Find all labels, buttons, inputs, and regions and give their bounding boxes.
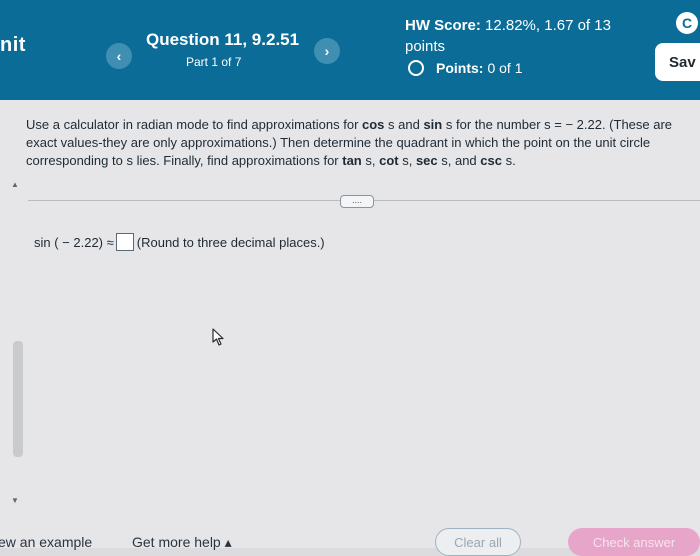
question-part: Part 1 of 7 [186, 55, 242, 69]
check-answer-button[interactable]: Check answer [568, 528, 700, 556]
instructions-text-4: s, [361, 153, 380, 168]
hw-score-value: 12.82%, 1.67 of 13 [485, 17, 611, 34]
scrollbar[interactable] [13, 341, 23, 457]
unit-label: nit [0, 34, 26, 56]
instructions-text-5: s, [398, 153, 416, 168]
clear-all-button[interactable]: Clear all [435, 528, 521, 556]
points-value: 0 of 1 [487, 60, 523, 76]
question-instructions: Use a calculator in radian mode to find … [26, 116, 698, 170]
cot-function: cot [379, 153, 399, 168]
mouse-pointer-icon [212, 328, 224, 346]
sec-function: sec [415, 153, 438, 168]
chevron-left-icon: ‹ [116, 48, 122, 64]
instructions-text-7: s. [501, 153, 516, 168]
scroll-up-icon[interactable]: ▲ [11, 180, 19, 189]
answer-input[interactable] [115, 233, 134, 251]
question-title: Question 11, 9.2.51 [146, 30, 300, 49]
question-points: Points: 0 of 1 [408, 60, 522, 76]
status-circle-icon [408, 60, 424, 76]
previous-question-button[interactable]: ‹ [106, 43, 132, 69]
hw-score: HW Score: 12.82%, 1.67 of 13 [405, 16, 611, 36]
chevron-right-icon: › [324, 43, 330, 59]
scroll-down-icon[interactable]: ▼ [11, 496, 19, 505]
points-label: Points: [436, 60, 484, 76]
instructions-text-2: s and [384, 117, 424, 132]
answer-hint: (Round to three decimal places.) [136, 234, 325, 250]
answer-row: sin ( − 2.22) ≈ (Round to three decimal … [34, 233, 325, 251]
question-content: Use a calculator in radian mode to find … [0, 100, 700, 548]
expand-button[interactable]: .... [340, 195, 374, 208]
tan-function: tan [342, 153, 362, 168]
question-header: nit ‹ Question 11, 9.2.51 Part 1 of 7 › … [0, 0, 700, 100]
sin-function: sin [423, 117, 443, 132]
instructions-text-1: Use a calculator in radian mode to find … [26, 117, 363, 132]
hw-score-label: HW Score: [405, 17, 481, 34]
get-more-help-button[interactable]: Get more help ▴ [132, 534, 232, 551]
cos-function: cos [362, 117, 385, 132]
next-question-button[interactable]: › [314, 38, 340, 64]
answer-prefix: sin ( − 2.22) ≈ [34, 234, 114, 250]
csc-function: csc [480, 153, 502, 168]
hw-score-points: points [405, 38, 446, 55]
instructions-text-6: s, and [437, 153, 481, 168]
refresh-icon[interactable]: C [676, 12, 698, 34]
save-button[interactable]: Sav [655, 43, 700, 81]
